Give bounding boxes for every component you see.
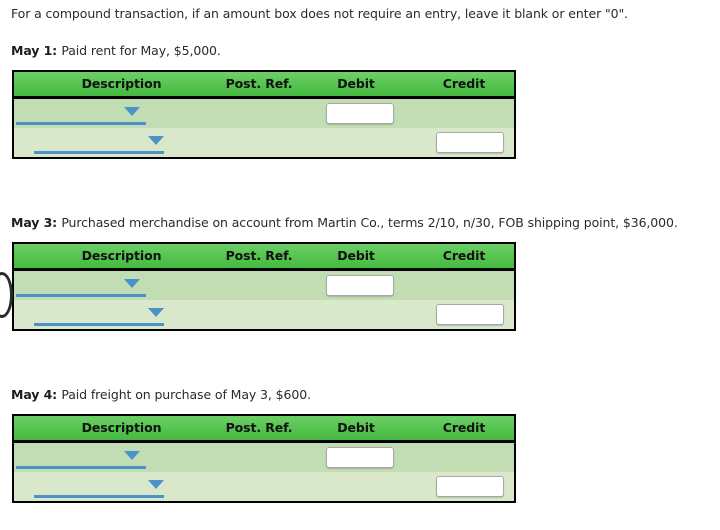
dropdown-underline	[16, 294, 146, 297]
column-header-credit: Credit	[442, 248, 486, 263]
journal-header-row-3: Description Post. Ref. Debit Credit	[14, 416, 514, 443]
column-header-debit: Debit	[337, 420, 375, 435]
transaction-date-2: May 3:	[11, 215, 62, 230]
chevron-down-icon	[124, 451, 140, 460]
chevron-down-icon	[148, 136, 164, 145]
instruction-text: For a compound transaction, if an amount…	[11, 6, 629, 21]
journal-entry-row	[14, 300, 514, 329]
journal-entry-row	[14, 472, 514, 501]
exercise-page: For a compound transaction, if an amount…	[0, 0, 720, 530]
journal-entry-row	[14, 443, 514, 472]
transaction-date-3: May 4:	[11, 387, 62, 402]
dropdown-underline	[34, 495, 164, 498]
credit-input-1-2[interactable]	[436, 132, 504, 153]
debit-input-1-1[interactable]	[326, 103, 394, 124]
journal-header-row-2: Description Post. Ref. Debit Credit	[14, 244, 514, 271]
column-header-description: Description	[81, 420, 162, 435]
chevron-down-icon	[148, 308, 164, 317]
dropdown-underline	[16, 122, 146, 125]
column-header-debit: Debit	[337, 76, 375, 91]
journal-header-row-1: Description Post. Ref. Debit Credit	[14, 72, 514, 99]
transaction-date-1: May 1:	[11, 43, 62, 58]
account-dropdown-2-1[interactable]	[16, 271, 146, 300]
journal-table-1: Description Post. Ref. Debit Credit	[12, 70, 516, 159]
account-dropdown-3-1[interactable]	[16, 443, 146, 472]
journal-entry-row	[14, 99, 514, 128]
account-dropdown-3-2[interactable]	[34, 472, 164, 501]
credit-input-2-2[interactable]	[436, 304, 504, 325]
account-dropdown-1-2[interactable]	[34, 128, 164, 157]
column-header-post-ref: Post. Ref.	[225, 76, 293, 91]
debit-input-3-1[interactable]	[326, 447, 394, 468]
column-header-description: Description	[81, 76, 162, 91]
chevron-down-icon	[148, 480, 164, 489]
account-dropdown-1-1[interactable]	[16, 99, 146, 128]
column-header-credit: Credit	[442, 76, 486, 91]
column-header-debit: Debit	[337, 248, 375, 263]
chevron-down-icon	[124, 279, 140, 288]
dropdown-underline	[34, 323, 164, 326]
transaction-line-2: May 3: Purchased merchandise on account …	[11, 215, 678, 231]
account-dropdown-2-2[interactable]	[34, 300, 164, 329]
column-header-description: Description	[81, 248, 162, 263]
chevron-down-icon	[124, 107, 140, 116]
transaction-description-3: Paid freight on purchase of May 3, $600.	[61, 387, 311, 402]
credit-input-3-2[interactable]	[436, 476, 504, 497]
transaction-line-1: May 1: Paid rent for May, $5,000.	[11, 43, 221, 59]
column-header-post-ref: Post. Ref.	[225, 248, 293, 263]
column-header-post-ref: Post. Ref.	[225, 420, 293, 435]
journal-entry-row	[14, 128, 514, 157]
dropdown-underline	[16, 466, 146, 469]
column-header-credit: Credit	[442, 420, 486, 435]
transaction-description-2: Purchased merchandise on account from Ma…	[61, 215, 678, 230]
journal-entry-row	[14, 271, 514, 300]
transaction-line-3: May 4: Paid freight on purchase of May 3…	[11, 387, 311, 403]
debit-input-2-1[interactable]	[326, 275, 394, 296]
transaction-description-1: Paid rent for May, $5,000.	[61, 43, 221, 58]
journal-table-2: Description Post. Ref. Debit Credit	[12, 242, 516, 331]
dropdown-underline	[34, 151, 164, 154]
journal-table-3: Description Post. Ref. Debit Credit	[12, 414, 516, 503]
